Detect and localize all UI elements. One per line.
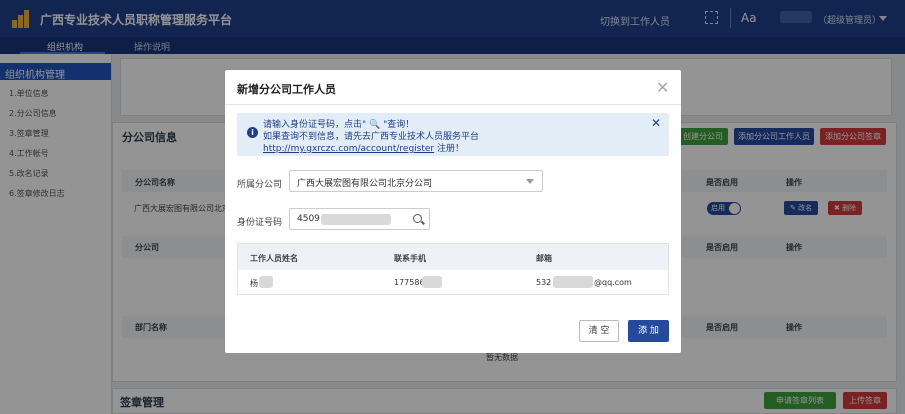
- info-icon: i: [247, 127, 258, 138]
- phone-mask: [422, 276, 442, 288]
- email-suffix-cell: @qq.com: [594, 278, 632, 287]
- clear-button[interactable]: 清 空: [579, 320, 619, 342]
- id-number-input[interactable]: 4509: [289, 208, 430, 230]
- dialog-divider: [225, 104, 681, 105]
- branch-select-value: 广西大展宏图有限公司北京分公司: [297, 179, 433, 189]
- close-icon[interactable]: ✕: [656, 78, 669, 97]
- info-line-3: http://my.gxrczc.com/account/register 注册…: [263, 141, 464, 154]
- email-mask: [553, 276, 593, 288]
- info-alert: i 请输入身份证号码，点击" 🔍 "查询！ 如果查询不到信息，请先去广西专业技术…: [237, 113, 669, 156]
- col-phone: 联系手机: [394, 254, 426, 263]
- id-number-label: 身份证号码: [237, 218, 283, 228]
- id-number-value: 4509: [297, 214, 320, 224]
- search-icon[interactable]: [413, 214, 422, 223]
- add-branch-staff-dialog: 新增分公司工作人员 ✕ i 请输入身份证号码，点击" 🔍 "查询！ 如果查询不到…: [225, 70, 681, 353]
- info-suffix: 注册！: [434, 144, 464, 154]
- phone-cell[interactable]: 177586: [394, 278, 425, 287]
- staff-result-table: 工作人员姓名 联系手机 邮箱 杨 177586 532 @qq.com: [237, 243, 669, 295]
- dialog-title: 新增分公司工作人员: [237, 83, 336, 96]
- staff-table-header: [238, 244, 668, 270]
- chevron-down-icon: [526, 179, 534, 184]
- name-mask: [259, 276, 273, 288]
- add-button[interactable]: 添 加: [628, 320, 669, 342]
- email-prefix-cell[interactable]: 532: [536, 278, 551, 287]
- staff-name-cell[interactable]: 杨: [250, 278, 258, 289]
- col-email: 邮箱: [536, 254, 552, 263]
- register-link[interactable]: http://my.gxrczc.com/account/register: [263, 144, 434, 154]
- col-staff-name: 工作人员姓名: [250, 254, 298, 263]
- branch-label: 所属分公司: [237, 180, 283, 190]
- id-mask: [321, 214, 391, 225]
- close-alert-icon[interactable]: ✕: [651, 116, 661, 130]
- branch-select[interactable]: 广西大展宏图有限公司北京分公司: [289, 170, 543, 192]
